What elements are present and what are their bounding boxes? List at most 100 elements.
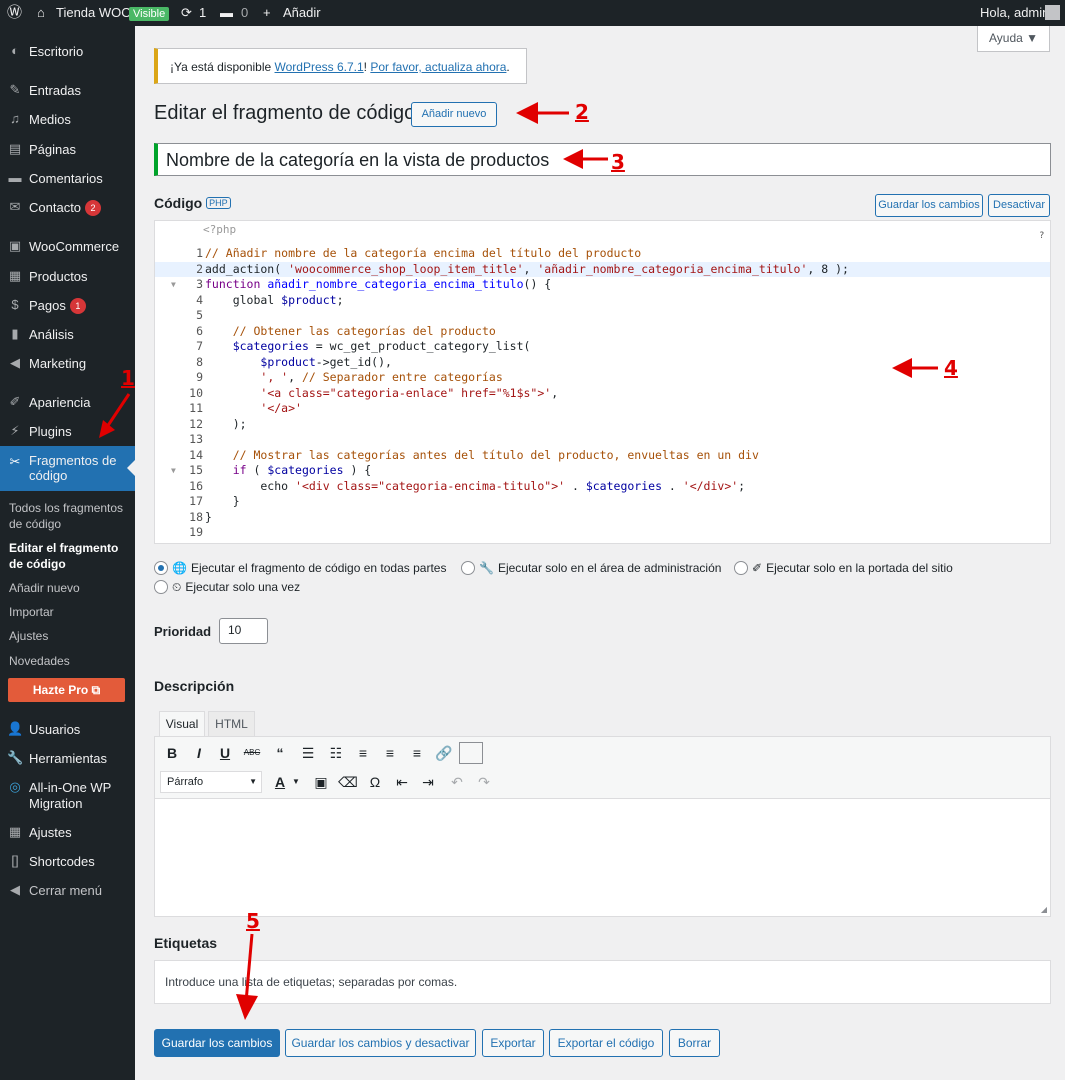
scope-radio[interactable] [461, 561, 475, 575]
sidebar-item-comentarios[interactable]: ▬ Comentarios [0, 165, 135, 193]
clear-formatting-icon[interactable]: ⌫ [338, 772, 358, 792]
submenu-anadir-nuevo[interactable]: Añadir nuevo [9, 580, 80, 596]
sidebar-item-pagos[interactable]: $ Pagos 1 [0, 292, 135, 320]
chevron-down-icon[interactable]: ▼ [286, 772, 306, 792]
brush-icon: ✐ [9, 394, 21, 409]
scope-option-everywhere[interactable]: 🌐 Ejecutar el fragmento de código en toda… [154, 561, 446, 575]
submenu-novedades[interactable]: Novedades [9, 653, 70, 669]
scope-radio[interactable] [734, 561, 748, 575]
paste-text-icon[interactable]: ▣ [311, 772, 331, 792]
code-deactivate-button[interactable]: Desactivar [988, 194, 1050, 217]
italic-icon[interactable]: I [189, 743, 209, 763]
resize-handle-icon[interactable]: ◢ [1041, 905, 1047, 914]
help-tab-button[interactable]: Ayuda ▼ [977, 26, 1050, 52]
greeting[interactable]: Hola, admin [980, 0, 1049, 26]
scope-radio[interactable] [154, 580, 168, 594]
hazte-pro-button[interactable]: Hazte Pro ⧉ [8, 678, 125, 702]
sidebar-item-medios[interactable]: ♫ Medios [0, 106, 135, 134]
code-editor[interactable]: <?php ? 1// Añadir nombre de la categorí… [154, 220, 1051, 544]
updates-count[interactable]: 1 [199, 0, 206, 26]
updates-icon[interactable]: ⟳ [181, 0, 192, 26]
brush-icon: ✐ [752, 561, 763, 575]
sidebar-item-productos[interactable]: ▦ Productos [0, 263, 135, 291]
align-left-icon[interactable]: ≡ [353, 743, 373, 763]
submenu-editar[interactable]: Editar el fragmento de código [9, 540, 129, 572]
code-line: 16 echo '<div class="categoria-encima-ti… [189, 478, 746, 493]
sidebar-item-paginas[interactable]: ▤ Páginas [0, 136, 135, 164]
export-button[interactable]: Exportar [482, 1029, 544, 1057]
submenu-importar[interactable]: Importar [9, 604, 54, 620]
plus-icon[interactable]: + [263, 0, 271, 26]
sidebar-item-herramientas[interactable]: 🔧 Herramientas [0, 745, 135, 773]
sidebar-item-analisis[interactable]: ▮ Análisis [0, 321, 135, 349]
home-icon[interactable]: ⌂ [37, 0, 45, 26]
wordpress-logo-icon[interactable]: Ⓦ [7, 0, 22, 26]
admin-sidebar: ◐ Escritorio ✎ Entradas ♫ Medios ▤ Páginas ▬… [0, 26, 135, 1080]
sidebar-item-contacto[interactable]: ✉ Contacto 2 [0, 194, 135, 222]
sidebar-item-entradas[interactable]: ✎ Entradas [0, 77, 135, 105]
chart-icon: ▮ [11, 326, 19, 341]
clock-icon: ⏲ [172, 580, 182, 594]
align-right-icon[interactable]: ≡ [407, 743, 427, 763]
new-content-link[interactable]: Añadir [283, 0, 321, 26]
description-editor[interactable]: ◢ [154, 799, 1051, 917]
avatar[interactable] [1045, 5, 1060, 20]
scope-option-frontend[interactable]: ✐ Ejecutar solo en la portada del sitio [734, 561, 953, 575]
comments-count[interactable]: 0 [241, 0, 248, 26]
sidebar-item-escritorio[interactable]: ◐ Escritorio [0, 38, 135, 66]
payments-icon: $ [11, 297, 19, 312]
tab-html[interactable]: HTML [208, 711, 255, 736]
wrench-icon: 🔧 [7, 750, 24, 765]
bullet-list-icon[interactable]: ☰ [298, 743, 318, 763]
blockquote-icon[interactable]: “ [270, 743, 290, 763]
code-line: 17 } [189, 494, 240, 508]
annotation-arrow-4 [892, 358, 938, 378]
scope-radio[interactable] [154, 561, 168, 575]
site-name-link[interactable]: Tienda WOO [56, 0, 131, 26]
special-char-icon[interactable]: Ω [365, 772, 385, 792]
tags-input[interactable]: Introduce una lista de etiquetas; separa… [154, 960, 1051, 1004]
link-icon[interactable]: 🔗 [434, 743, 454, 763]
update-now-link[interactable]: Por favor, actualiza ahora [370, 60, 506, 74]
code-save-button[interactable]: Guardar los cambios [875, 194, 983, 217]
add-new-button[interactable]: Añadir nuevo [411, 102, 497, 127]
strikethrough-icon[interactable]: ABC [242, 743, 262, 763]
sidebar-item-migration[interactable]: ◎ All-in-One WP Migration [0, 774, 135, 814]
sidebar-item-usuarios[interactable]: 👤 Usuarios [0, 716, 135, 744]
tab-visual[interactable]: Visual [159, 711, 205, 736]
save-deactivate-button[interactable]: Guardar los cambios y desactivar [285, 1029, 476, 1057]
indent-icon[interactable]: ⇥ [418, 772, 438, 792]
bold-icon[interactable]: B [162, 743, 182, 763]
sidebar-item-fragmentos[interactable]: ✂ Fragmentos de código [0, 446, 135, 491]
numbered-list-icon[interactable]: ☷ [326, 743, 346, 763]
migration-icon: ◎ [9, 779, 21, 794]
format-select[interactable]: Párrafo ▼ [160, 771, 262, 793]
outdent-icon[interactable]: ⇤ [392, 772, 412, 792]
undo-icon[interactable]: ↶ [447, 772, 467, 792]
sidebar-item-woocommerce[interactable]: ▣ WooCommerce [0, 233, 135, 261]
save-button[interactable]: Guardar los cambios [154, 1029, 280, 1057]
submenu-ajustes[interactable]: Ajustes [9, 628, 48, 644]
scope-option-admin[interactable]: 🔧 Ejecutar solo en el área de administrac… [461, 561, 721, 575]
export-code-button[interactable]: Exportar el código [549, 1029, 663, 1057]
comments-icon[interactable]: ▬ [220, 0, 233, 26]
sidebar-item-shortcodes[interactable]: [] Shortcodes [0, 848, 135, 876]
code-line: 19 [189, 525, 203, 539]
annotation-number-2: 2 [575, 100, 589, 124]
sidebar-item-ajustes[interactable]: ▦ Ajustes [0, 819, 135, 847]
underline-icon[interactable]: U [215, 743, 235, 763]
wordpress-version-link[interactable]: WordPress 6.7.1 [275, 60, 364, 74]
priority-input[interactable]: 10 [219, 618, 268, 644]
delete-button[interactable]: Borrar [669, 1029, 720, 1057]
code-line: 2 add_action( 'woocommerce_shop_loop_item… [155, 261, 1050, 277]
code-line: ▼ 3 function añadir_nombre_categoria_encim… [171, 277, 552, 291]
scope-option-once[interactable]: ⏲ Ejecutar solo una vez [154, 580, 300, 595]
redo-icon[interactable]: ↷ [474, 772, 494, 792]
sidebar-item-marketing[interactable]: ◀ Marketing [0, 350, 135, 378]
annotation-arrow-2 [516, 102, 569, 124]
editor-help-icon[interactable]: ? [1039, 231, 1044, 241]
submenu-todos[interactable]: Todos los fragmentos de código [9, 500, 129, 532]
align-center-icon[interactable]: ≡ [380, 743, 400, 763]
sidebar-item-cerrar-menu[interactable]: ◀ Cerrar menú [0, 877, 135, 905]
fullscreen-icon[interactable] [459, 742, 483, 764]
